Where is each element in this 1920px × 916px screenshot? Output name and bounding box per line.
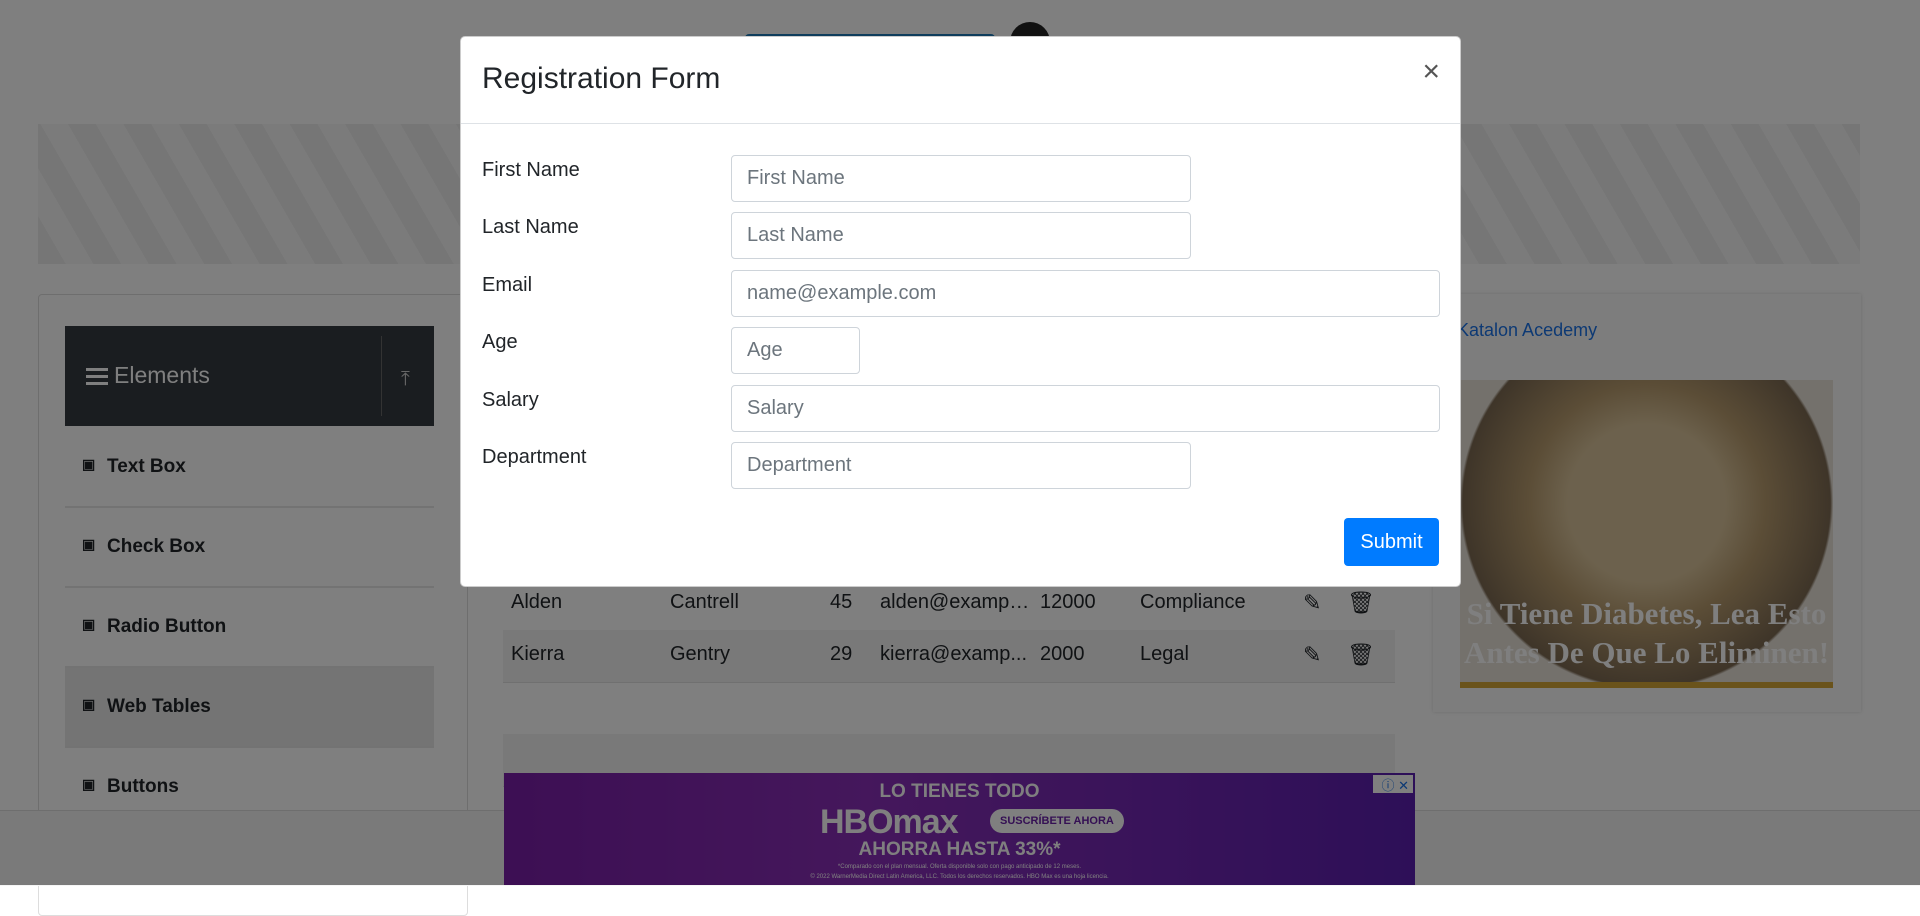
email-row: Email [482, 270, 1442, 324]
last-name-row: Last Name [482, 212, 1442, 266]
first-name-row: First Name [482, 155, 1442, 209]
department-input[interactable] [731, 442, 1191, 489]
salary-input[interactable] [731, 385, 1440, 432]
department-label: Department [482, 446, 587, 468]
registration-modal: Registration Form × First Name Last Name… [460, 36, 1461, 587]
submit-button[interactable]: Submit [1344, 518, 1439, 566]
department-row: Department [482, 442, 1442, 496]
first-name-label: First Name [482, 159, 580, 181]
last-name-label: Last Name [482, 216, 579, 238]
modal-header: Registration Form × [461, 37, 1460, 124]
salary-label: Salary [482, 389, 539, 411]
modal-title: Registration Form [482, 62, 721, 95]
last-name-input[interactable] [731, 212, 1191, 259]
salary-row: Salary [482, 385, 1442, 439]
age-input[interactable] [731, 327, 860, 374]
email-input[interactable] [731, 270, 1440, 317]
age-row: Age [482, 327, 1442, 381]
first-name-input[interactable] [731, 155, 1191, 202]
close-button[interactable]: × [1422, 57, 1440, 87]
email-label: Email [482, 274, 533, 296]
age-label: Age [482, 331, 518, 353]
